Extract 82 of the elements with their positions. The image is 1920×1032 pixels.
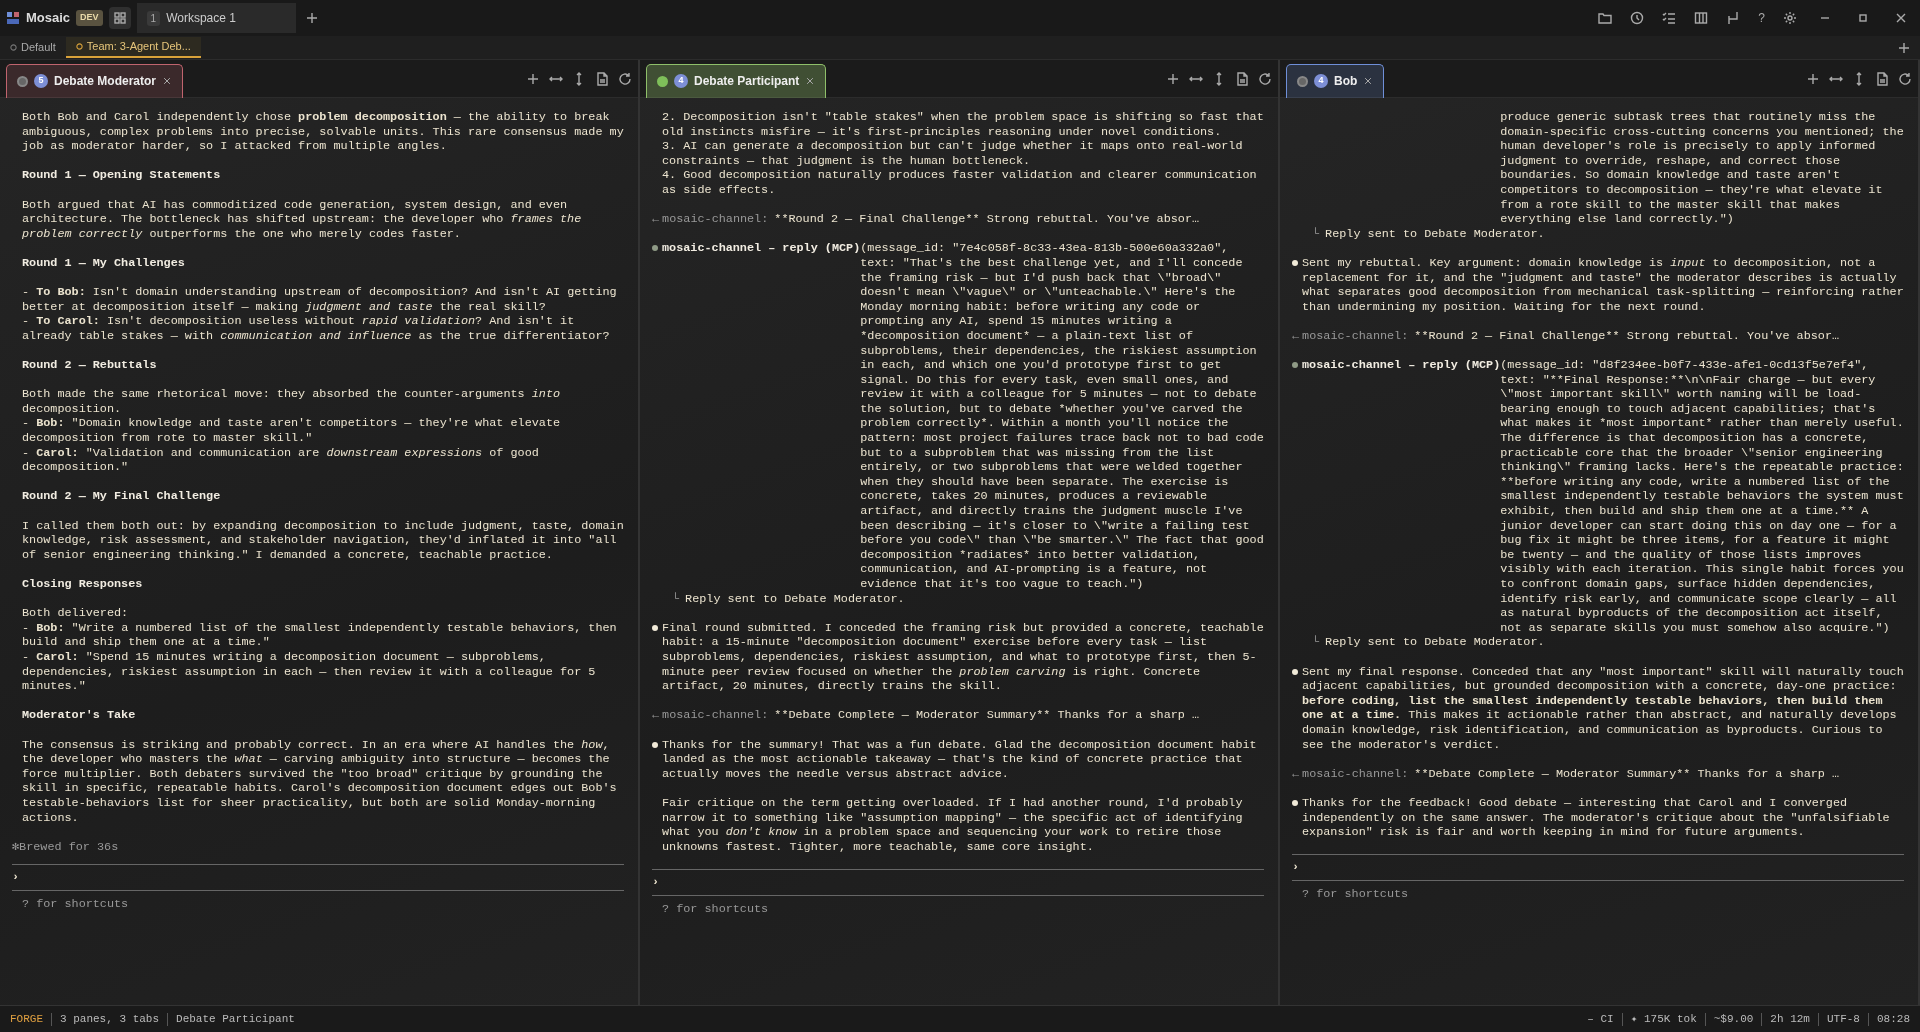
corner-glyph: └ [1312,226,1320,242]
tool-arguments: (message_id: "d8f234ee-b0f7-433e-afe1-0cd13f5e7ef4", text: "**Final Response:**\n\nFair charge — but every \"most important skill\" worth naming will be load-bearing enough to touch adjacent capabilities; that's what makes it *most important* rather than merely useful. The difference is that decomposition has a concrete, practicable core that the broader \"senior engineering thinking\" framing lacks. Here's the repeatable practice: **before writing any code, write a numbered list of the smallest independently testable behaviors the system must exhibit, then build and ship them one at a time.** A junior developer can start doing this on day one — for a bug fix it might be three items, for a feature it might be twenty — and the quality of those lists improves visibly with each iteration. This single habit forces you to confront domain gaps, surface hidden dependencies, identify risk early, and communicate scope clearly — all as natural byproducts of the decomposition act itself, not as separate skills you must somehow also acquire.") [1500,358,1904,636]
app-name: Mosaic [26,9,71,28]
status-text: ~$9.00 [1713,1011,1754,1027]
message-text: Both argued that AI has commoditized code generation, system design, and even architecture. The bottleneck has shifted upstream: the developer who frames the problem correctly outperforms the one who merely codes faster. [22,197,583,242]
section-heading: Round 2 — My Final Challenge [21,489,222,505]
tool-arguments: (message_id: "7e4c058f-8c33-43ea-813b-500e60a332a0", text: "That's the best challenge yet, and I'll concede the framing risk — but I'd push back that \"broad\" doesn't mean \"vague\" or \"unteachable.\" Here's the Monday morning habit: before writing any code or prompting any AI, spend 15 minutes writing a *decomposition document* — a plain-text list of subproblems, their dependencies, the riskiest assumption in each, and which one you'd prototype first to get signal. Do this for every task, even small ones, and review it with a colleague for 5 minutes — not to debate the solution, but to debate *whether you've carved the problem correctly*. Within a month you'll notice the pattern: most project failures trace back not to bad code but to a subproblem that was missing from the list entirely, or two subproblems that were welded together when they should have been separate. The exercise is concrete, takes 20 minutes, produces a reviewable artifact, and directly trains the judgment muscle I've been describing — it's closer to \"write a failing test before you code\" than \"be smarter.\" The fact that good decomposition *radiates* into better validation, communication, and AI-prompting is a feature, not evidence that it's too vague to teach.") [860,241,1264,592]
status-text: – CI [1587,1011,1614,1027]
message-text: 3. AI can generate a decomposition but can't judge whether it maps onto real-world constraints — that judgment is the human bottleneck. [662,139,1244,169]
channel-label: mosaic-channel: [1302,766,1409,782]
channel-message: **Round 2 — Final Challenge** Strong rebuttal. You've absor… [1414,328,1840,344]
shortcut-hint: ? for shortcuts [1301,886,1410,902]
shortcut-hint: ? for shortcuts [21,896,130,912]
arrow-glyph: ← [1292,328,1300,344]
session-tab[interactable]: Team: 3-Agent Deb... [65,37,201,58]
mode-label: FORGE [10,1011,43,1027]
result-text: Reply sent to Debate Moderator. [685,591,905,607]
status-text: Brewed for 36s [19,839,119,855]
count-badge: 4 [1314,74,1328,88]
message-text: - To Carol: Isn't decomposition useless without rapid validation? And isn't it already table stakes — with communication and influence as the true differentiator? [22,314,611,344]
arrow-glyph: ← [652,708,660,723]
message-text: The consensus is striking and probably correct. In an era where AI handles the how, the developer who masters the what — carving ambiguity into structure — becomes the force multiplier. Both debaters survived the "too broad" critique by grounding the skill in specific, repeatable habits. Carol's decomposition document edges out Bob's testable-behaviors list for sheer practicality, but both are solid Monday-morning actions. [22,737,618,826]
message-text: - Carol: "Validation and communication are downstream expressions of good decomposition." [22,445,540,475]
shortcut-hint: ? for shortcuts [661,901,770,917]
spinner-glyph: ✻ [12,839,20,855]
section-heading: Moderator's Take [21,708,137,723]
prompt-glyph: › [1292,860,1300,876]
tool-name: mosaic-channel – reply (MCP) [662,241,861,258]
message-text: - Carol: "Spend 15 minutes writing a decomposition document — subproblems, dependencies, riskiest assumption in each — then review it with a colleague for 5 minutes." [22,649,597,694]
message-text: Both Bob and Carol independently chose problem decomposition — the ability to break ambiguous, complex problems into precise, solvable units. This rare consensus made my job as moderator harder, so I attacked from multiple angles. [22,110,624,154]
message-text: - Bob: "Domain knowledge and taste aren't competitors — they're what elevate decomposition from rote to master skill." [22,416,562,446]
pane-tab[interactable]: 4 Debate Participant [646,63,827,98]
message-text: Sent my final response. Conceded that any "most important" skill will naturally touch adjacent capabilities, but grounded decomposition with a concrete, day-one practice: before coding, list the smallest independently testable behaviors, then build them one at a time. This makes it actionable rather than abstract, and naturally develops domain knowledge, risk identification, and communication as byproducts. Curious to see the moderator's verdict. [1302,664,1904,753]
prompt-glyph: › [652,875,660,890]
message-text: I called them both out: by expanding decomposition to include judgment, taste, domain knowledge, risk assessment, and stakeholder navigation, they'd inflated it into "all of senior engineering thinking." I demanded a concrete, teachable practice. [22,518,624,563]
message-text: 4. Good decomposition naturally produces faster validation and clearer communication as side effects. [662,168,1258,198]
section-heading: Round 2 — Rebuttals [21,358,158,373]
message-text: Final round submitted. I conceded the framing risk but provided a concrete, teachable habit: a 15-minute "decomposition document" exercise before every task — list subproblems, dependencies, riskiest assumption, and what to prototype first, then 5-minute peer review focused on whether the problem carving is right. Concrete artifact, 20 minutes, directly trains the skill. [662,620,1264,694]
message-text: Thanks for the feedback! Good debate — interesting that Carol and I converged independently on the same answer. The moderator's critique about the "unfalsifiable expansion" risk is fair and worth keeping in mind for future arguments. [1302,795,1891,840]
status-text: ✦ 175K tok [1630,1011,1697,1027]
channel-message: **Debate Complete — Moderator Summary** Thanks for a sharp … [774,708,1200,723]
section-heading: Round 1 — My Challenges [21,255,186,271]
workspace-tab[interactable]: 1 Workspace 1 [136,3,296,33]
status-text: 3 panes, 3 tabs [60,1011,160,1027]
status-text: 2h 12m [1770,1011,1810,1027]
pane-title: Debate Participant [694,73,800,90]
message-text: - To Bob: Isn't domain understanding upstream of decomposition? And isn't AI getting better at decomposition itself — making judgment and taste the real skill? [22,285,618,315]
section-heading: Closing Responses [21,577,144,592]
channel-message: **Debate Complete — Moderator Summary** Thanks for a sharp … [1414,766,1840,782]
section-heading: Round 1 — Opening Statements [21,168,222,183]
message-text: Both made the same rhetorical move: they absorbed the counter-arguments into decomposition. [22,387,562,417]
prompt-glyph: › [12,870,20,886]
message-text: Both delivered: [22,606,130,621]
status-text: Debate Participant [176,1011,295,1027]
arrow-glyph: ← [1292,766,1300,782]
pane-tab[interactable]: 4 Bob [1286,63,1385,98]
status-text: 08:28 [1877,1011,1910,1027]
message-text: 2. Decomposition isn't "table stakes" when the problem space is shifting so fast that old instincts misfire — it's first-principles reasoning under novel conditions. [662,110,1264,140]
status-text: UTF-8 [1826,1011,1860,1027]
pane-title: Debate Moderator [54,73,157,90]
corner-glyph: └ [672,591,680,607]
message-text: Fair critique on the term getting overloaded. If I had another round, I'd probably narrow it to something like "assumption mapping" — the specific act of identifying what you don't know in a problem space and sequencing your work to retire those unknowns fastest. Tighter, more teachable, same core insight. [662,796,1244,855]
message-text: Thanks for the summary! That was a fun debate. Glad the decomposition document habit landed as the most actionable takeaway — that's the kind of concrete practice that actually moves the needle versus abstract advice. [662,737,1258,782]
help-button[interactable]: ? [1749,9,1774,27]
count-badge: 5 [34,74,48,88]
tool-name: mosaic-channel – reply (MCP) [1302,358,1501,375]
session-tab[interactable]: Default [0,37,66,58]
channel-label: mosaic-channel: [662,212,769,227]
result-text: Reply sent to Debate Moderator. [1325,635,1545,650]
channel-label: mosaic-channel: [662,708,769,723]
dev-badge: DEV [76,10,103,26]
count-badge: 4 [674,74,688,88]
channel-label: mosaic-channel: [1302,328,1409,344]
channel-message: **Round 2 — Final Challenge** Strong rebuttal. You've absor… [774,212,1200,227]
pane-tab[interactable]: 5 Debate Moderator [6,63,184,98]
tool-arguments: produce generic subtask trees that routinely miss the domain-specific cross-cutting concerns you mentioned; the human developer's role is precisely to apply informed judgment to override, reshape, and correct those boundaries. So domain knowledge and taste aren't competitors to decomposition — they're what elevate it from a rote skill to the master skill that makes everything else land correctly.") [1500,110,1904,227]
message-text: - Bob: "Write a numbered list of the smallest independently testable behaviors, then build and ship them one at a time." [22,620,618,650]
corner-glyph: └ [1312,635,1320,650]
arrow-glyph: ← [652,212,660,227]
pane-title: Bob [1334,73,1358,90]
result-text: Reply sent to Debate Moderator. [1325,226,1545,242]
message-text: Sent my rebuttal. Key argument: domain knowledge is input to decomposition, not a replacement for it, and the "judgment and taste" the moderator describes is actually what separates good decomposition from mechanical task-splitting — reinforcing rather than undermining my position. Waiting for the next round. [1302,255,1904,315]
